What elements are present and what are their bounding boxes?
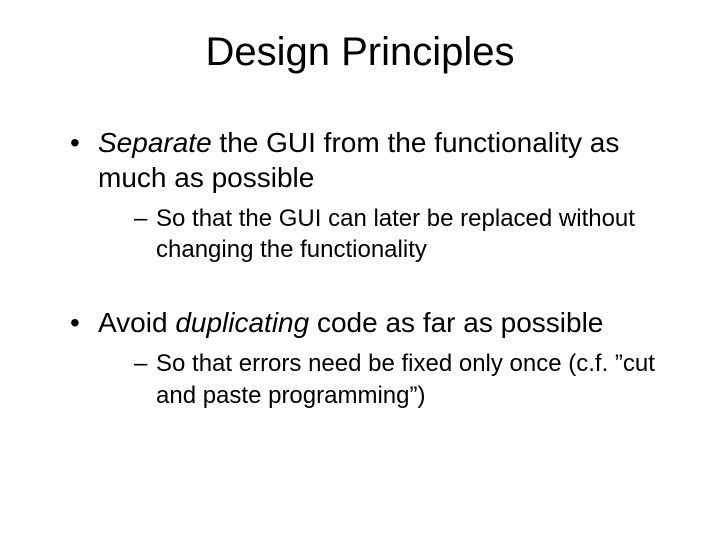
- emphasis-word: duplicating: [175, 307, 309, 338]
- bullet-rest: code as far as possible: [309, 307, 603, 338]
- slide-title: Design Principles: [40, 30, 680, 75]
- sub-list: So that errors need be fixed only once (…: [98, 348, 680, 410]
- bullet-item: Avoid duplicating code as far as possibl…: [70, 305, 680, 410]
- sub-item: So that errors need be fixed only once (…: [134, 348, 680, 410]
- bullet-list: Separate the GUI from the functionality …: [40, 125, 680, 411]
- bullet-pre: Avoid: [98, 307, 175, 338]
- bullet-text: Separate the GUI from the functionality …: [98, 127, 619, 193]
- bullet-text: Avoid duplicating code as far as possibl…: [98, 307, 603, 338]
- sub-list: So that the GUI can later be replaced wi…: [98, 203, 680, 265]
- emphasis-word: Separate: [98, 127, 212, 158]
- sub-item: So that the GUI can later be replaced wi…: [134, 203, 680, 265]
- bullet-item: Separate the GUI from the functionality …: [70, 125, 680, 265]
- slide: Design Principles Separate the GUI from …: [0, 0, 720, 540]
